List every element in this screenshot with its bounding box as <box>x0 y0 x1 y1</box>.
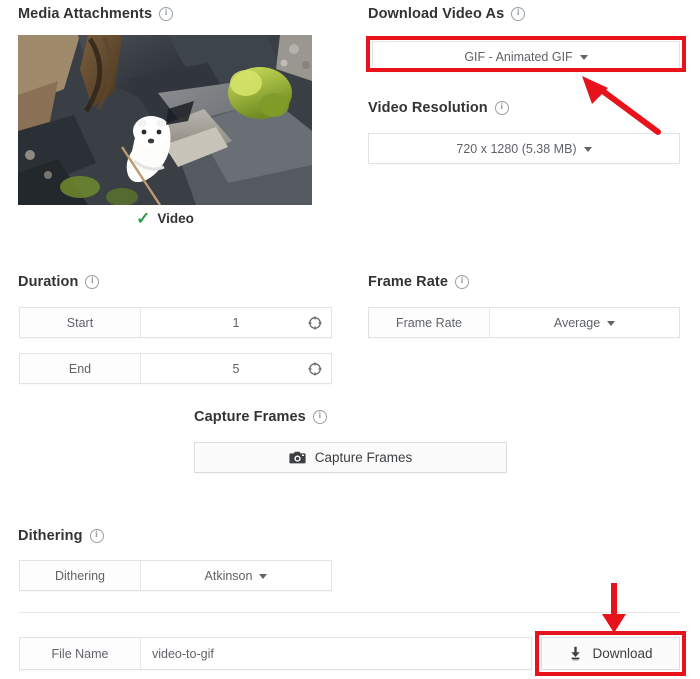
duration-title: Duration <box>18 274 79 290</box>
capture-frames-button[interactable]: Capture Frames <box>194 442 507 473</box>
video-status: ✓ Video <box>18 210 312 227</box>
file-name-input[interactable]: video-to-gif <box>141 638 531 669</box>
dithering-select[interactable]: Atkinson <box>141 561 331 590</box>
thumbnail-image <box>18 35 312 205</box>
set-time-target-icon[interactable] <box>308 361 322 376</box>
frame-rate-heading: Frame Rate <box>368 274 469 290</box>
download-format-value: GIF - Animated GIF <box>464 49 573 64</box>
info-icon[interactable] <box>312 410 327 424</box>
dithering-title: Dithering <box>18 528 83 544</box>
duration-start-field[interactable]: 1 <box>141 308 331 337</box>
video-to-gif-panel: Media Attachments i ✓ Video Download Vid… <box>0 0 700 679</box>
annotation-arrow-up-left <box>582 76 661 135</box>
info-icon[interactable] <box>85 275 100 289</box>
video-status-label: Video <box>157 211 194 226</box>
frame-rate-title: Frame Rate <box>368 274 448 290</box>
dithering-label: Dithering <box>20 561 141 590</box>
camera-icon <box>289 451 306 464</box>
duration-end-field[interactable]: 5 <box>141 354 331 383</box>
duration-start-value: 1 <box>232 315 240 330</box>
bottom-divider <box>19 612 680 613</box>
chevron-down-icon <box>259 574 268 579</box>
frame-rate-label: Frame Rate <box>369 308 490 337</box>
video-thumbnail[interactable] <box>18 35 312 205</box>
dithering-row: Dithering Atkinson <box>19 560 332 591</box>
capture-frames-heading: Capture Frames <box>194 409 327 425</box>
video-resolution-heading: Video Resolution <box>368 100 509 116</box>
frame-rate-row: Frame Rate Average <box>368 307 680 338</box>
download-button-label: Download <box>592 646 653 661</box>
media-attachments-title: Media Attachments <box>18 6 153 22</box>
video-resolution-select[interactable]: 720 x 1280 (5.38 MB) <box>368 133 680 164</box>
info-icon[interactable] <box>511 7 526 21</box>
capture-frames-title: Capture Frames <box>194 409 306 425</box>
download-video-as-title: Download Video As <box>368 6 505 22</box>
download-format-select[interactable]: GIF - Animated GIF <box>372 41 680 72</box>
frame-rate-value: Average <box>553 315 601 330</box>
dithering-heading: Dithering <box>18 528 104 544</box>
duration-end-value: 5 <box>232 361 240 376</box>
download-video-as-heading: Download Video As <box>368 6 526 22</box>
file-name-value: video-to-gif <box>152 646 214 661</box>
info-icon[interactable] <box>494 101 509 115</box>
download-icon <box>571 646 581 661</box>
duration-end-label: End <box>20 354 141 383</box>
video-resolution-title: Video Resolution <box>368 100 488 116</box>
duration-heading: Duration <box>18 274 100 290</box>
chevron-down-icon <box>579 55 588 60</box>
check-icon: ✓ <box>136 209 151 228</box>
duration-end-row: End 5 <box>19 353 332 384</box>
chevron-down-icon <box>607 321 616 326</box>
duration-start-label: Start <box>20 308 141 337</box>
file-name-row: File Name video-to-gif <box>19 637 532 670</box>
file-name-label: File Name <box>20 638 141 669</box>
info-icon[interactable] <box>159 7 174 21</box>
dithering-value: Atkinson <box>204 568 253 583</box>
info-icon[interactable] <box>89 529 104 543</box>
duration-start-row: Start 1 <box>19 307 332 338</box>
video-resolution-value: 720 x 1280 (5.38 MB) <box>456 141 577 156</box>
frame-rate-select[interactable]: Average <box>490 308 679 337</box>
set-time-target-icon[interactable] <box>308 315 322 330</box>
annotation-arrow-down <box>602 583 626 633</box>
capture-frames-button-label: Capture Frames <box>314 450 413 465</box>
download-button[interactable]: Download <box>541 637 680 670</box>
media-attachments-heading: Media Attachments <box>18 6 174 22</box>
chevron-down-icon <box>583 147 592 152</box>
info-icon[interactable] <box>454 275 469 289</box>
